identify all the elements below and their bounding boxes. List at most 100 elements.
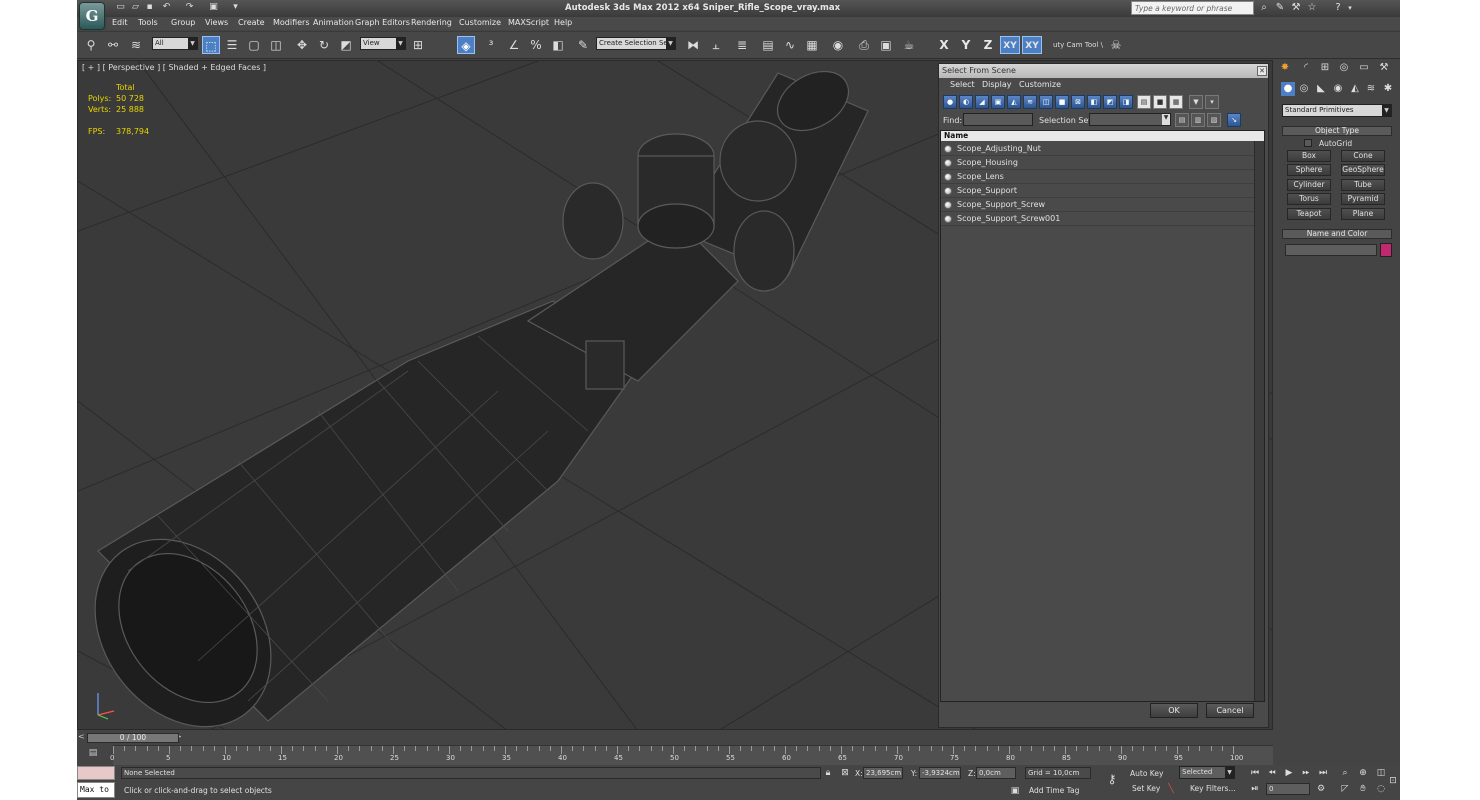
align-icon[interactable]: ⫠ xyxy=(707,36,725,54)
display-none-icon[interactable]: ▦ xyxy=(1169,95,1183,109)
menu-graph-editors[interactable]: Graph Editors xyxy=(355,18,410,27)
close-icon[interactable]: ✕ xyxy=(1257,66,1267,76)
key-mode-dropdown[interactable]: Selected ▼ xyxy=(1179,766,1235,779)
geometry-icon[interactable]: ● xyxy=(1281,82,1295,96)
maxscript-mini-listener[interactable]: Max to xyxy=(77,782,115,798)
time-slider[interactable]: 0 / 100 xyxy=(87,733,179,743)
move-icon[interactable]: ✥ xyxy=(293,36,311,54)
torus-button[interactable]: Torus xyxy=(1287,193,1331,205)
key-mode-toggle-icon[interactable]: ⏯︎ xyxy=(1249,783,1261,795)
filter-spacewarps-icon[interactable]: ≋ xyxy=(1023,95,1037,109)
search-input[interactable]: Type a keyword or phrase xyxy=(1131,1,1254,15)
list-item[interactable]: Scope_Housing xyxy=(941,156,1254,170)
lock-icon[interactable]: 🔒︎ xyxy=(822,767,834,779)
menu-modifiers[interactable]: Modifiers xyxy=(273,18,310,27)
cameras-icon[interactable]: ◉ xyxy=(1331,82,1345,96)
key-filter-icon[interactable]: ╲ xyxy=(1165,783,1177,795)
app-logo[interactable]: G xyxy=(79,2,105,30)
pyramid-button[interactable]: Pyramid xyxy=(1341,193,1385,205)
selection-set-add-icon[interactable]: ▥ xyxy=(1191,113,1205,127)
filter-containers-icon[interactable]: ◧ xyxy=(1087,95,1101,109)
snap-toggle-icon[interactable]: ³ xyxy=(482,36,500,54)
quick-access-dropdown-icon[interactable]: ▾ xyxy=(230,2,241,13)
save-icon[interactable]: ▪ xyxy=(144,2,155,13)
graphite-tools-icon[interactable]: ▤ xyxy=(759,36,777,54)
viewport-label[interactable]: [ + ] [ Perspective ] [ Shaded + Edged F… xyxy=(82,63,266,72)
filter-lights-icon[interactable]: ◢ xyxy=(975,95,989,109)
x-coordinate-field[interactable]: 23,695cm xyxy=(863,767,903,779)
time-configuration-icon[interactable]: ⚙ xyxy=(1315,783,1327,795)
new-file-icon[interactable]: ▭ xyxy=(115,2,126,13)
set-key-button[interactable]: Set Key xyxy=(1132,784,1160,793)
open-file-icon[interactable]: ▱ xyxy=(130,2,141,13)
select-manipulate-icon[interactable]: ◈ xyxy=(457,36,475,54)
current-frame-field[interactable]: 0 xyxy=(1266,783,1310,795)
find-input[interactable] xyxy=(963,113,1033,126)
list-item[interactable]: Scope_Adjusting_Nut xyxy=(941,142,1254,156)
menu-create[interactable]: Create xyxy=(238,18,265,27)
select-by-name-icon[interactable]: ☰ xyxy=(223,36,241,54)
shapes-icon[interactable]: ◎ xyxy=(1297,82,1311,96)
dialog-menu-customize[interactable]: Customize xyxy=(1019,80,1061,89)
display-tab-icon[interactable]: ▭ xyxy=(1357,61,1371,75)
menu-edit[interactable]: Edit xyxy=(112,18,128,27)
spacewarps-icon[interactable]: ≋ xyxy=(1364,82,1378,96)
utilities-tab-icon[interactable]: ⚒ xyxy=(1377,61,1391,75)
zoom-icon[interactable]: ⌕ xyxy=(1339,767,1351,779)
list-scrollbar[interactable] xyxy=(1254,141,1264,701)
percent-snap-icon[interactable]: % xyxy=(527,36,545,54)
name-and-color-rollout[interactable]: Name and Color xyxy=(1282,229,1392,239)
selection-set-new-icon[interactable]: ▤ xyxy=(1175,113,1189,127)
find-case-icon[interactable]: ↘ xyxy=(1227,113,1241,127)
filter-frozen-icon[interactable]: ◩ xyxy=(1103,95,1117,109)
axis-z-button[interactable]: Z xyxy=(978,36,998,54)
select-object-icon[interactable]: ⬚ xyxy=(202,36,220,54)
axis-xy-cycle-button[interactable]: XY xyxy=(1022,36,1042,54)
subscription-icon[interactable]: ⚒ xyxy=(1289,1,1303,15)
window-crossing-icon[interactable]: ◫ xyxy=(267,36,285,54)
menu-customize[interactable]: Customize xyxy=(459,18,501,27)
help-dropdown-icon[interactable]: ▾ xyxy=(1343,1,1357,15)
category-dropdown[interactable]: Standard Primitives ▼ xyxy=(1282,104,1392,117)
funnel-options-icon[interactable]: ▾ xyxy=(1205,95,1219,109)
axis-xy-button[interactable]: XY xyxy=(1000,36,1020,54)
prev-frame-icon[interactable]: ⏪︎ xyxy=(1266,767,1278,779)
angle-snap-icon[interactable]: ∠ xyxy=(505,36,523,54)
link-icon[interactable]: ⚲ xyxy=(82,36,100,54)
rendered-frame-icon[interactable]: ▣ xyxy=(877,36,895,54)
menu-rendering[interactable]: Rendering xyxy=(411,18,452,27)
filter-shapes-icon[interactable]: ◐ xyxy=(959,95,973,109)
filter-hidden-icon[interactable]: ◨ xyxy=(1119,95,1133,109)
cancel-button[interactable]: Cancel xyxy=(1206,703,1254,718)
zoom-extents-icon[interactable]: ◫ xyxy=(1375,767,1387,779)
filter-bones-icon[interactable]: ⊠ xyxy=(1071,95,1085,109)
cylinder-button[interactable]: Cylinder xyxy=(1287,179,1331,191)
render-production-icon[interactable]: ☕ xyxy=(900,36,918,54)
filter-cameras-icon[interactable]: ▣ xyxy=(991,95,1005,109)
display-all-icon[interactable]: ■ xyxy=(1153,95,1167,109)
time-tag-icon[interactable]: ▣ xyxy=(1009,785,1021,797)
reference-coordinate-dropdown[interactable]: View ▼ xyxy=(360,37,406,50)
object-name-input[interactable] xyxy=(1285,244,1377,256)
helpers-icon[interactable]: ◭ xyxy=(1348,82,1362,96)
menu-group[interactable]: Group xyxy=(171,18,195,27)
scale-icon[interactable]: ◩ xyxy=(337,36,355,54)
menu-tools[interactable]: Tools xyxy=(138,18,158,27)
color-swatch[interactable] xyxy=(1380,243,1392,257)
dialog-title[interactable]: Select From Scene xyxy=(939,64,1268,78)
rotate-icon[interactable]: ↻ xyxy=(315,36,333,54)
geosphere-button[interactable]: GeoSphere xyxy=(1341,164,1385,176)
autogrid-checkbox[interactable] xyxy=(1304,139,1312,147)
axis-x-button[interactable]: X xyxy=(934,36,954,54)
mini-curve-editor-icon[interactable]: ▤ xyxy=(85,748,101,760)
filter-geometry-icon[interactable]: ● xyxy=(943,95,957,109)
sphere-button[interactable]: Sphere xyxy=(1287,164,1331,176)
filter-xrefs-icon[interactable]: ■ xyxy=(1055,95,1069,109)
filter-helpers-icon[interactable]: ◭ xyxy=(1007,95,1021,109)
curve-editor-icon[interactable]: ∿ xyxy=(781,36,799,54)
dialog-menu-display[interactable]: Display xyxy=(982,80,1012,89)
menu-help[interactable]: Help xyxy=(554,18,572,27)
orbit-icon[interactable]: ◌ xyxy=(1375,783,1387,795)
timeline-ruler[interactable]: 0 5 10 15 20 25 30 35 40 45 50 55 60 65 70 75 80 85 90 95 10… xyxy=(110,745,1273,765)
z-coordinate-field[interactable]: 0,0cm xyxy=(976,767,1016,779)
